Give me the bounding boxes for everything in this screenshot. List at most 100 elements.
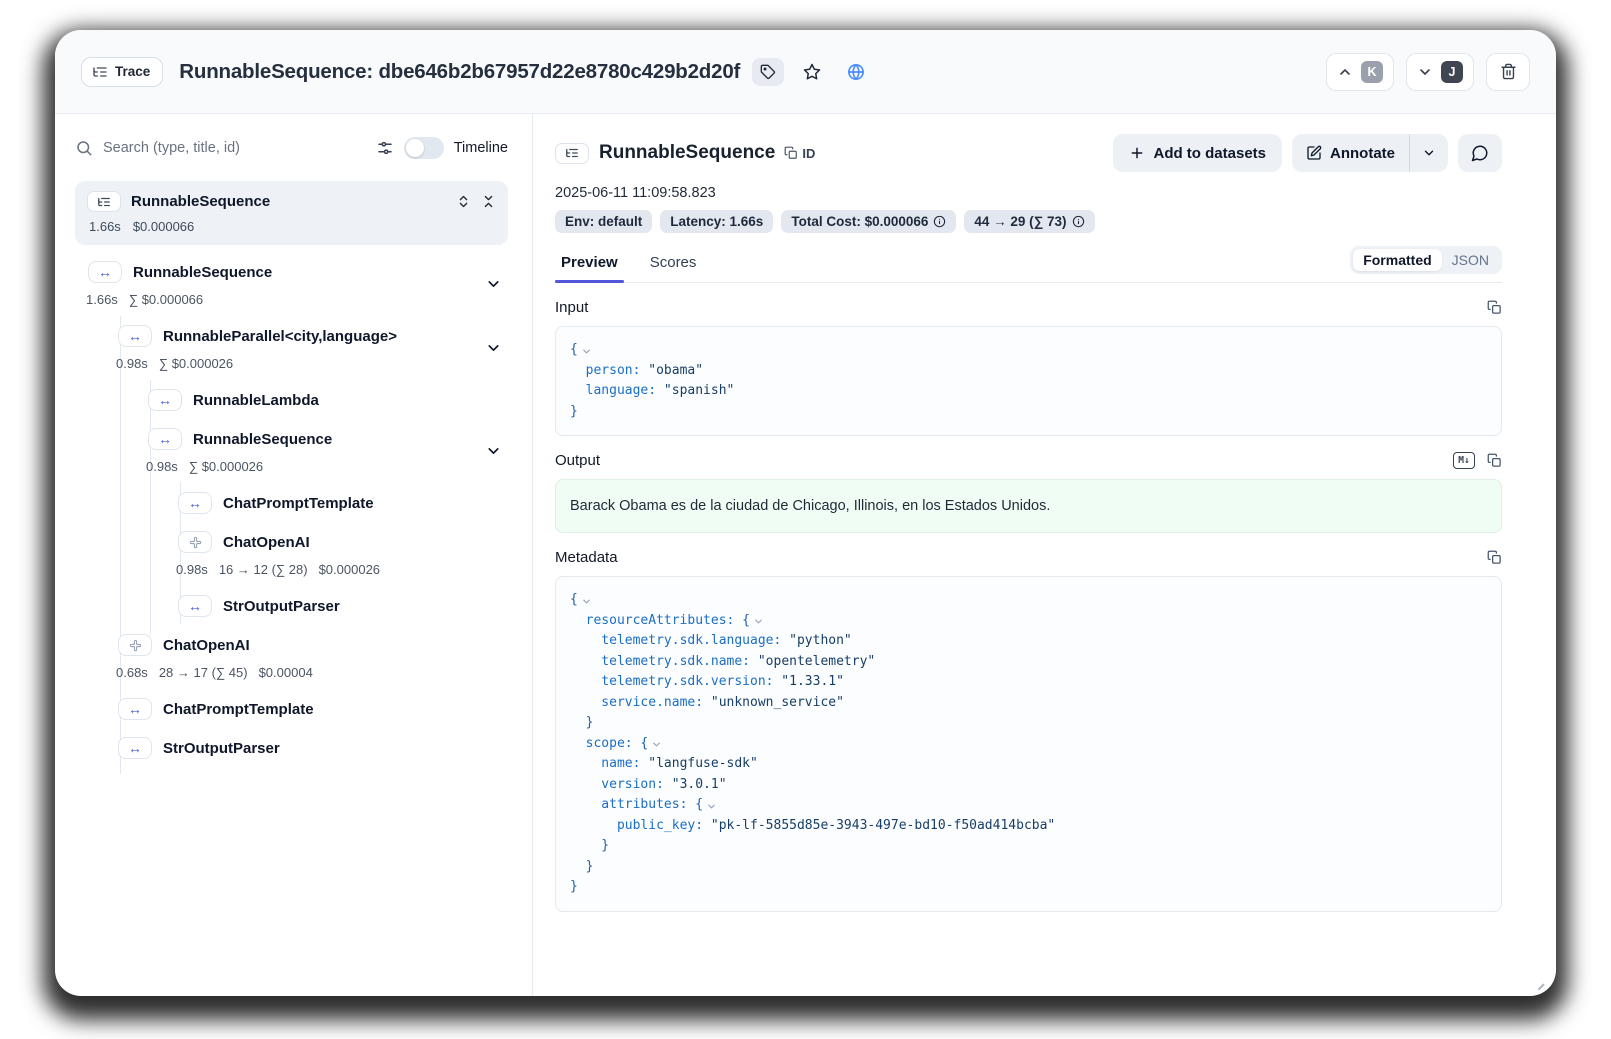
resize-handle[interactable] (1536, 978, 1546, 988)
copy-input-button[interactable] (1487, 300, 1502, 315)
copy-id-button[interactable] (784, 146, 798, 160)
json-line: } (570, 836, 1487, 857)
collapse-chevron-icon[interactable] (581, 346, 592, 357)
format-option-formatted[interactable]: Formatted (1353, 249, 1441, 271)
tree-item-label: ChatOpenAI (223, 534, 310, 551)
collapse-chevron-icon[interactable] (706, 801, 717, 812)
trace-detail-window: Trace RunnableSequence: dbe646b2b67957d2… (55, 30, 1556, 996)
json-value: "pk-lf-5855d85e-3943-497e-bd10-f50ad414b… (703, 816, 1055, 837)
json-key: telemetry.sdk.version: (601, 672, 773, 693)
collapse-chevron-icon[interactable] (753, 616, 764, 627)
tree-item[interactable]: ChatOpenAI0.68s28 → 17 (∑ 45)$0.00004 (75, 630, 508, 684)
metric-badge-label: Latency: 1.66s (670, 214, 763, 229)
tree-item[interactable]: ↔RunnableLambda (75, 385, 508, 415)
tree-item[interactable]: ↔ChatPromptTemplate (75, 694, 508, 724)
tree-item-label: RunnableSequence (133, 264, 272, 281)
stat-value: 0.68s (116, 665, 148, 680)
output-section-label: Output (555, 452, 600, 469)
annotate-dropdown-button[interactable] (1410, 134, 1448, 172)
json-value: "spanish" (656, 381, 734, 402)
json-line: person: "obama" (570, 361, 1487, 382)
markdown-toggle-icon[interactable]: M↓ (1453, 452, 1475, 469)
json-line: service.name: "unknown_service" (570, 693, 1487, 714)
collapse-chevron-icon[interactable] (651, 739, 662, 750)
chevron-down-icon[interactable] (485, 443, 502, 460)
add-to-datasets-button[interactable]: Add to datasets (1113, 134, 1282, 172)
filter-settings-icon[interactable] (376, 139, 394, 157)
tree-item-label: ChatPromptTemplate (223, 495, 374, 512)
chevron-down-icon[interactable] (485, 276, 502, 293)
trace-tree-sidebar: Timeline RunnableSequence (55, 114, 533, 996)
json-line: } (570, 402, 1487, 423)
metric-badge: Env: default (555, 210, 652, 233)
json-key: language: (586, 381, 656, 402)
previous-trace-button[interactable]: K (1326, 53, 1394, 91)
tree-item[interactable]: ↔ StrOutputParser (75, 591, 508, 621)
tree-item-label: RunnableParallel<city,language> (163, 328, 397, 345)
json-line: resourceAttributes: { (570, 611, 1487, 632)
tree-item[interactable]: ↔RunnableParallel<city,language>0.98s∑ $… (75, 321, 508, 375)
tag-button[interactable] (752, 58, 784, 86)
keyboard-shortcut-j: J (1441, 61, 1463, 83)
input-json-viewer[interactable]: {person: "obama"language: "spanish"} (555, 326, 1502, 436)
span-icon: ↔ (178, 595, 212, 617)
metric-badge-label: Total Cost: $0.000066 (791, 214, 928, 229)
expand-all-icon[interactable] (456, 194, 471, 209)
timeline-toggle[interactable] (404, 137, 444, 159)
metric-badge-label: Env: default (565, 214, 642, 229)
tree-item-label: RunnableLambda (193, 392, 319, 409)
public-share-button[interactable] (840, 58, 872, 86)
detail-title: RunnableSequence (599, 142, 775, 164)
collapse-chevron-icon[interactable] (581, 596, 592, 607)
list-tree-icon (555, 143, 589, 164)
tree-item[interactable]: ↔ChatPromptTemplate (75, 488, 508, 518)
json-line: attributes: { (570, 795, 1487, 816)
stat-value: 16 → 12 (∑ 28) (219, 562, 308, 577)
comments-button[interactable] (1458, 134, 1502, 172)
search-row: Timeline (75, 130, 508, 166)
copy-icon (1487, 550, 1502, 565)
collapse-all-icon[interactable] (481, 194, 496, 209)
bookmark-button[interactable] (796, 58, 828, 86)
toggle-knob (406, 139, 424, 157)
tree-item[interactable]: ↔RunnableSequence0.98s∑ $0.000026 (75, 424, 508, 478)
stat-value: $0.000026 (319, 562, 380, 577)
metadata-json-viewer[interactable]: {resourceAttributes: {telemetry.sdk.lang… (555, 576, 1502, 912)
stat-value: 0.98s (146, 459, 178, 474)
delete-trace-button[interactable] (1486, 53, 1530, 91)
json-line: { (570, 340, 1487, 361)
annotate-split-button: Annotate (1292, 134, 1448, 172)
chevron-down-icon[interactable] (485, 340, 502, 357)
json-line: scope: { (570, 734, 1487, 755)
info-icon[interactable] (933, 215, 946, 228)
output-section: Output M↓ Barack Obama es de la ciudad d… (555, 452, 1502, 533)
tree-item[interactable]: ChatOpenAI0.98s16 → 12 (∑ 28)$0.000026 (75, 527, 508, 581)
span-icon: ↔ (118, 737, 152, 759)
json-brace: } (570, 877, 578, 898)
search-input[interactable] (103, 140, 366, 156)
format-option-json[interactable]: JSON (1442, 249, 1499, 271)
json-line: } (570, 857, 1487, 878)
annotate-button[interactable]: Annotate (1292, 134, 1409, 172)
trace-root-label: RunnableSequence (131, 193, 270, 210)
copy-output-button[interactable] (1487, 453, 1502, 468)
output-text: Barack Obama es de la ciudad de Chicago,… (555, 479, 1502, 533)
copy-metadata-button[interactable] (1487, 550, 1502, 565)
json-key: public_key: (617, 816, 703, 837)
json-line: telemetry.sdk.version: "1.33.1" (570, 672, 1487, 693)
tree-item-label: ChatPromptTemplate (163, 701, 314, 718)
tab-preview[interactable]: Preview (555, 250, 624, 282)
globe-icon (847, 63, 865, 81)
json-key: scope: (586, 734, 633, 755)
info-icon[interactable] (1072, 215, 1085, 228)
tab-scores[interactable]: Scores (644, 250, 703, 282)
trace-type-badge: Trace (81, 57, 163, 87)
stat-value: 28 → 17 (∑ 45) (159, 665, 248, 680)
tree-item[interactable]: ↔StrOutputParser (75, 733, 508, 763)
tree-item[interactable]: ↔RunnableSequence1.66s∑ $0.000066 (75, 257, 508, 311)
json-line: } (570, 877, 1487, 898)
next-trace-button[interactable]: J (1406, 53, 1474, 91)
trace-root-item[interactable]: RunnableSequence 1.66s $0.000066 (75, 181, 508, 245)
trace-root-stats: 1.66s $0.000066 (87, 219, 496, 234)
tree-item-label: StrOutputParser (223, 598, 340, 615)
